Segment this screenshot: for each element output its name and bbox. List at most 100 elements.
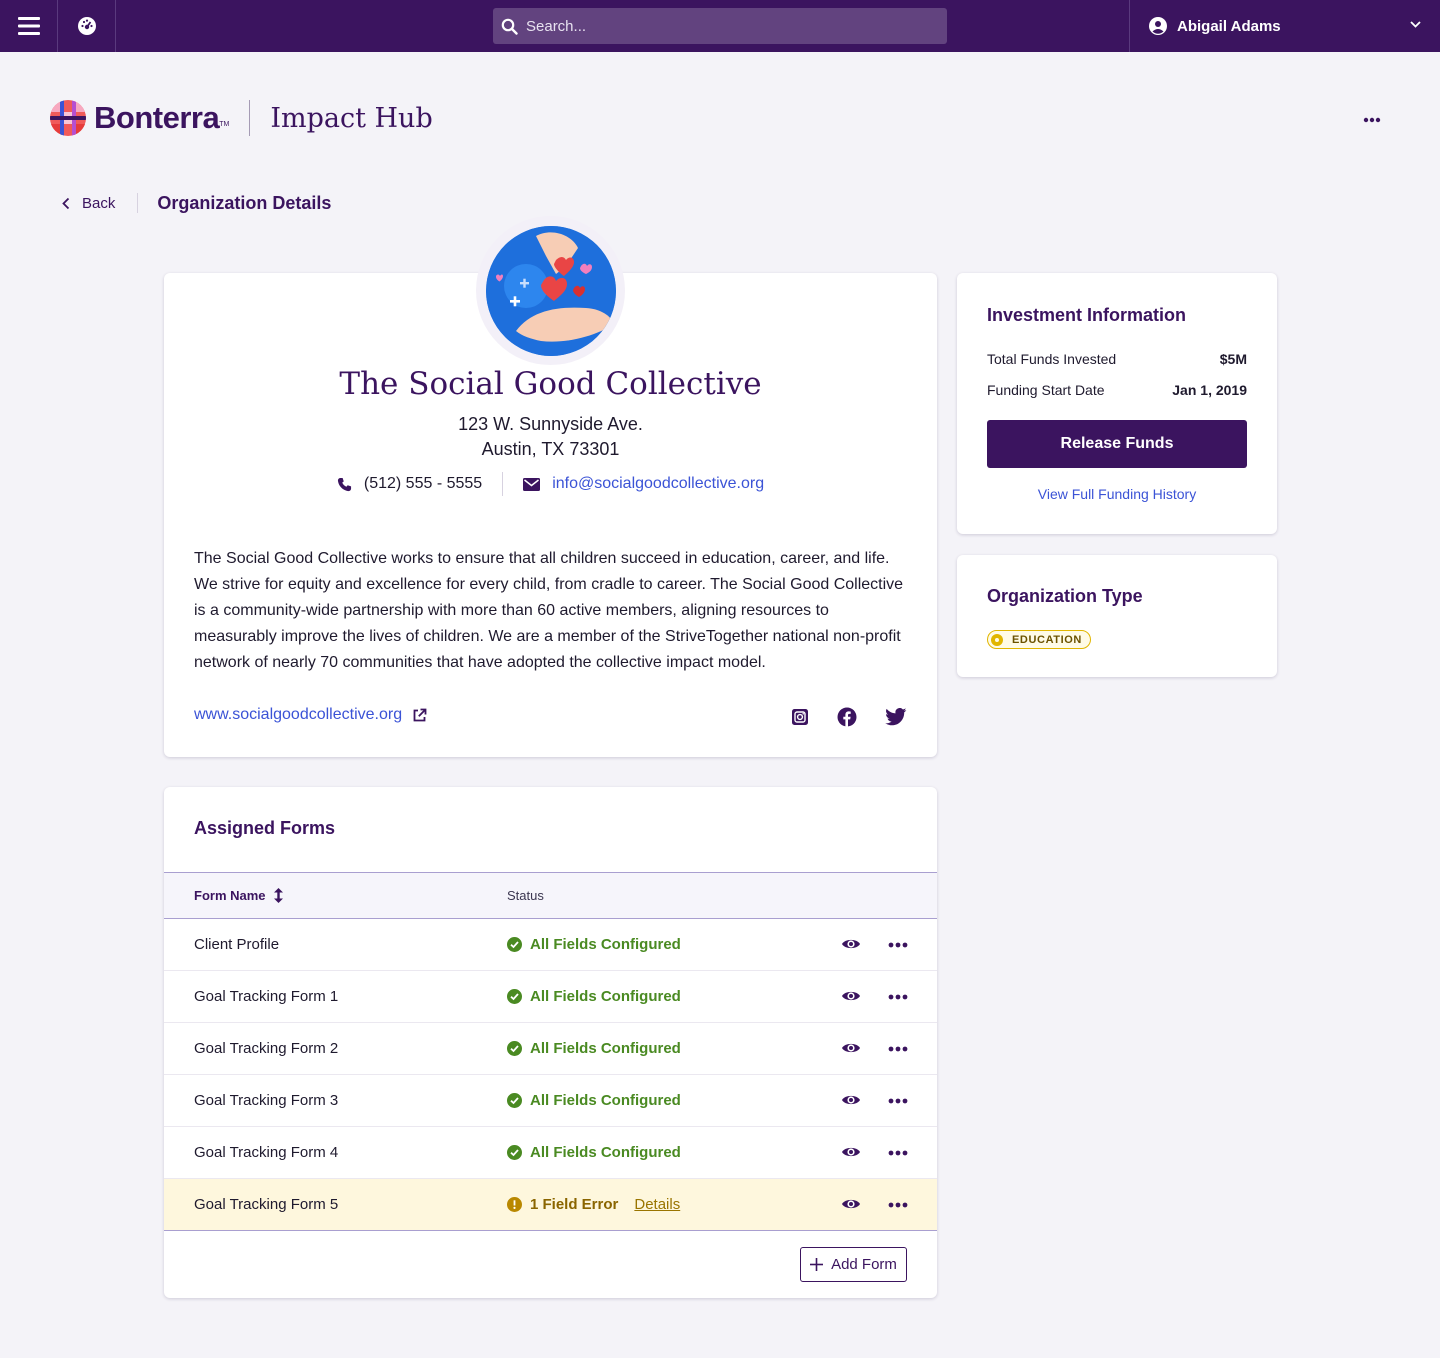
table-row: Client Profile All Fields Configured <box>164 919 937 971</box>
status-label: All Fields Configured <box>530 1144 681 1161</box>
page-more-options-icon[interactable] <box>1360 112 1384 128</box>
chevron-left-icon <box>62 197 70 209</box>
organization-type-card: Organization Type EDUCATION <box>957 555 1277 677</box>
investment-title: Investment Information <box>987 305 1187 325</box>
row-more-options-icon[interactable] <box>888 1149 908 1157</box>
view-eye-icon[interactable] <box>841 1039 861 1057</box>
top-bar: Abigail Adams <box>0 0 1440 52</box>
warning-circle-icon <box>507 1197 522 1212</box>
row-more-options-icon[interactable] <box>888 941 908 949</box>
organization-description: The Social Good Collective works to ensu… <box>194 550 904 671</box>
form-name: Client Profile <box>194 936 280 953</box>
status-cell: All Fields Configured <box>507 936 681 953</box>
release-funds-button[interactable]: Release Funds <box>987 420 1247 468</box>
check-circle-icon <box>507 1145 522 1160</box>
status-label: All Fields Configured <box>530 1092 681 1109</box>
phone: (512) 555 - 5555 <box>337 475 482 493</box>
user-name: Abigail Adams <box>1177 17 1281 35</box>
email-address: info@socialgoodcollective.org <box>552 475 765 492</box>
form-name: Goal Tracking Form 3 <box>194 1092 339 1109</box>
instagram-link[interactable] <box>791 708 809 726</box>
brand-header: Bonterra TM Impact Hub <box>50 100 433 136</box>
status-label: All Fields Configured <box>530 936 681 953</box>
check-circle-icon <box>507 1041 522 1056</box>
contact-info: (512) 555 - 5555 info@socialgoodcollecti… <box>164 472 937 496</box>
dashboard-button[interactable] <box>58 0 116 52</box>
funding-start-row: Funding Start Date Jan 1, 2019 <box>987 382 1247 398</box>
back-label: Back <box>82 194 116 212</box>
add-form-label: Add Form <box>831 1256 897 1273</box>
plus-icon <box>810 1258 824 1271</box>
brand-name: Bonterra <box>94 100 220 135</box>
status-label: 1 Field Error <box>530 1196 619 1213</box>
form-name: Goal Tracking Form 1 <box>194 988 339 1005</box>
facebook-link[interactable] <box>837 707 857 727</box>
details-link[interactable]: Details <box>634 1196 680 1213</box>
website-link[interactable]: www.socialgoodcollective.org <box>194 706 427 724</box>
status-label: All Fields Configured <box>530 988 681 1005</box>
breadcrumb: Back Organization Details <box>62 190 331 216</box>
view-eye-icon[interactable] <box>841 1091 861 1109</box>
view-eye-icon[interactable] <box>841 1195 861 1213</box>
hamburger-icon <box>17 17 40 35</box>
email-link[interactable]: info@socialgoodcollective.org <box>523 475 764 493</box>
status-cell: All Fields Configured <box>507 1040 681 1057</box>
view-eye-icon[interactable] <box>841 935 861 953</box>
total-funds-value: $5M <box>1219 351 1247 367</box>
assigned-forms-title: Assigned Forms <box>194 818 336 838</box>
product-name: Impact Hub <box>270 102 433 134</box>
form-name: Goal Tracking Form 2 <box>194 1040 339 1057</box>
external-link-icon <box>413 708 427 721</box>
phone-icon <box>337 477 351 491</box>
page-title: Organization Details <box>157 192 332 213</box>
search-input[interactable] <box>526 17 926 35</box>
brand-trademark: TM <box>219 121 230 128</box>
search-icon <box>501 18 518 35</box>
instagram-icon <box>792 709 808 725</box>
assigned-forms-card: Assigned Forms Form Name Status Client P… <box>164 787 937 1298</box>
facebook-icon <box>837 707 857 727</box>
dashboard-gauge-icon <box>77 17 96 35</box>
row-more-options-icon[interactable] <box>888 1097 908 1105</box>
user-avatar-icon <box>1149 17 1167 35</box>
row-more-options-icon[interactable] <box>888 993 908 1001</box>
view-eye-icon[interactable] <box>841 987 861 1005</box>
address-line-2: Austin, TX 73301 <box>481 439 620 459</box>
menu-button[interactable] <box>0 0 58 52</box>
twitter-icon <box>885 708 907 726</box>
column-header-form-name[interactable]: Form Name <box>194 888 283 903</box>
back-link[interactable]: Back <box>62 195 115 212</box>
contact-divider <box>502 472 504 496</box>
organization-type-title: Organization Type <box>987 586 1143 606</box>
view-eye-icon[interactable] <box>841 1143 861 1161</box>
table-row: Goal Tracking Form 1 All Fields Configur… <box>164 971 937 1023</box>
envelope-icon <box>523 477 541 491</box>
total-funds-label: Total Funds Invested <box>987 351 1117 367</box>
status-cell: 1 Field Error Details <box>507 1196 680 1213</box>
total-funds-row: Total Funds Invested $5M <box>987 351 1247 367</box>
row-more-options-icon[interactable] <box>888 1045 908 1053</box>
phone-number: (512) 555 - 5555 <box>363 475 483 492</box>
column-header-status: Status <box>507 888 544 903</box>
column-label-form-name: Form Name <box>194 888 266 903</box>
investment-card: Investment Information Total Funds Inves… <box>957 273 1277 534</box>
organization-name: The Social Good Collective <box>339 366 762 402</box>
status-cell: All Fields Configured <box>507 1092 681 1109</box>
forms-table-header: Form Name Status <box>164 872 937 919</box>
twitter-link[interactable] <box>885 708 907 726</box>
table-row-error: Goal Tracking Form 5 1 Field Error Detai… <box>164 1179 937 1231</box>
add-form-button[interactable]: Add Form <box>800 1247 907 1282</box>
badge-label: EDUCATION <box>1012 633 1082 646</box>
check-circle-icon <box>507 989 522 1004</box>
search-bar[interactable] <box>493 8 947 44</box>
sort-icon <box>273 888 283 903</box>
table-row: Goal Tracking Form 2 All Fields Configur… <box>164 1023 937 1075</box>
status-cell: All Fields Configured <box>507 1144 681 1161</box>
funding-start-value: Jan 1, 2019 <box>1172 382 1247 398</box>
website-url: www.socialgoodcollective.org <box>194 706 403 723</box>
status-cell: All Fields Configured <box>507 988 681 1005</box>
funding-history-link[interactable]: View Full Funding History <box>957 486 1277 502</box>
user-menu[interactable]: Abigail Adams <box>1129 0 1440 52</box>
row-more-options-icon[interactable] <box>888 1201 908 1209</box>
address-line-1: 123 W. Sunnyside Ave. <box>458 414 643 434</box>
